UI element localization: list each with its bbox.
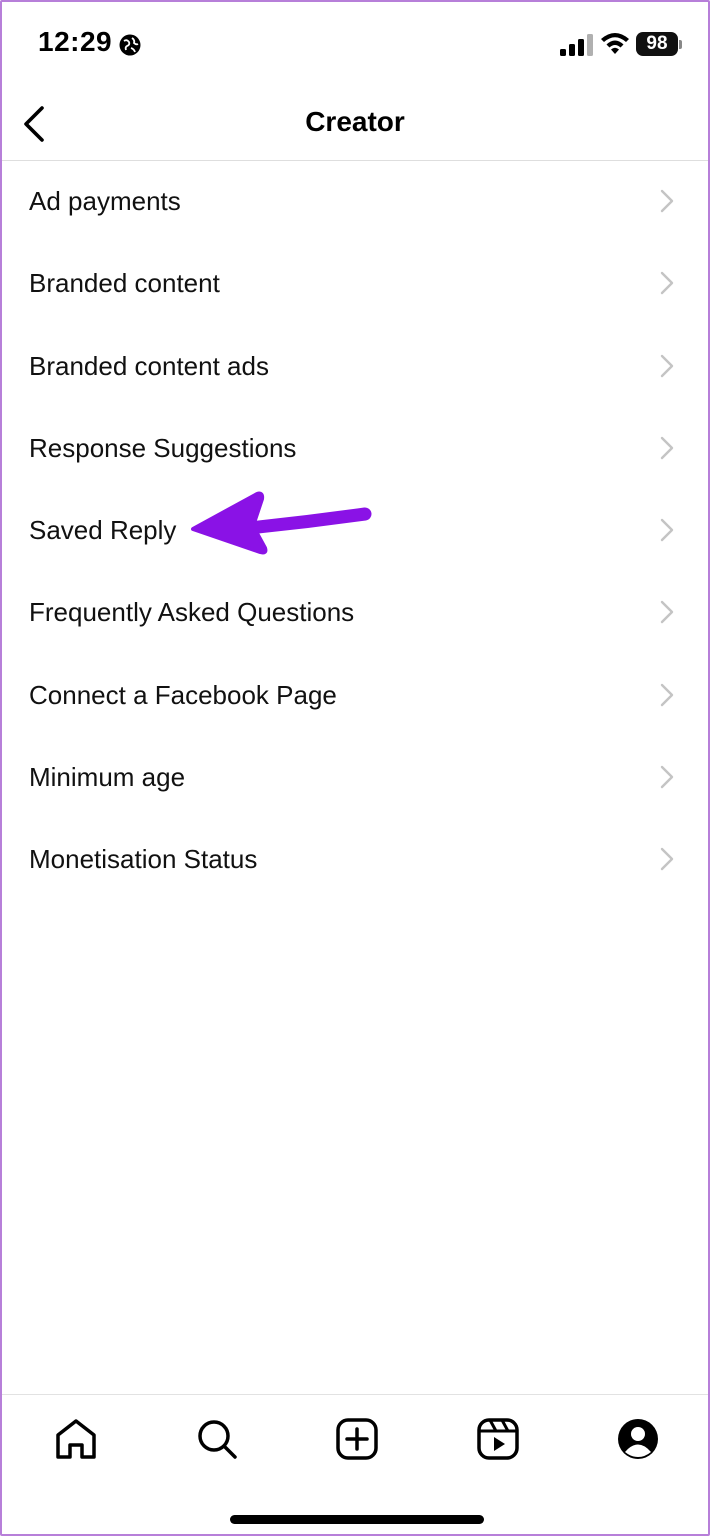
menu-item-label: Minimum age	[29, 762, 186, 793]
chevron-right-icon	[660, 272, 674, 295]
menu-item-faq[interactable]: Frequently Asked Questions	[2, 571, 708, 653]
battery-icon: 98	[636, 32, 678, 56]
chevron-right-icon	[660, 189, 674, 213]
bottom-tab-bar	[2, 1394, 708, 1534]
menu-item-label: Ad payments	[29, 186, 181, 216]
app-screen: 12:29 98 Creator Ad payments Branded con…	[0, 0, 710, 1536]
reels-icon	[477, 1418, 519, 1460]
menu-item-response-suggestions[interactable]: Response Suggestions	[2, 407, 708, 489]
menu-item-monetisation-status[interactable]: Monetisation Status	[2, 818, 708, 900]
battery-tip	[679, 40, 682, 49]
menu-item-label: Saved Reply	[29, 515, 177, 546]
menu-item-label: Connect a Facebook Page	[29, 679, 337, 710]
menu-item-label: Monetisation Status	[29, 844, 258, 875]
signal-icon	[560, 34, 593, 56]
chevron-right-icon	[660, 354, 674, 377]
menu-item-branded-content[interactable]: Branded content	[2, 242, 708, 324]
chevron-right-icon	[660, 848, 674, 871]
chevron-right-icon	[660, 436, 674, 460]
menu-item-label: Response Suggestions	[29, 432, 297, 463]
chevron-right-icon	[660, 601, 674, 624]
tab-home[interactable]	[52, 1415, 100, 1463]
profile-icon	[618, 1419, 658, 1459]
tab-reels[interactable]	[474, 1415, 522, 1463]
create-icon	[336, 1418, 378, 1460]
search-icon	[198, 1420, 237, 1459]
menu-item-connect-facebook-page[interactable]: Connect a Facebook Page	[2, 654, 708, 736]
page-title: Creator	[305, 106, 405, 137]
chevron-right-icon	[660, 518, 674, 542]
tab-search[interactable]	[193, 1415, 241, 1463]
home-indicator	[230, 1515, 484, 1524]
menu-item-label: Branded content	[29, 268, 220, 299]
annotation-arrow	[191, 491, 372, 555]
menu-item-label: Frequently Asked Questions	[29, 597, 355, 628]
status-time: 12:29	[38, 26, 113, 57]
menu-item-branded-content-ads[interactable]: Branded content ads	[2, 325, 708, 407]
tab-create[interactable]	[333, 1415, 381, 1463]
menu-item-ad-payments[interactable]: Ad payments	[2, 160, 708, 242]
home-icon	[56, 1419, 96, 1459]
navigation-header: Creator	[2, 88, 708, 161]
menu-item-minimum-age[interactable]: Minimum age	[2, 736, 708, 818]
tab-profile[interactable]	[614, 1415, 662, 1463]
chevron-right-icon	[660, 683, 674, 706]
chevron-right-icon	[660, 765, 674, 789]
menu-item-label: Branded content ads	[29, 350, 269, 381]
wifi-icon	[601, 33, 629, 54]
status-bar: 12:29 98	[2, 2, 708, 88]
globe-icon	[119, 34, 141, 56]
